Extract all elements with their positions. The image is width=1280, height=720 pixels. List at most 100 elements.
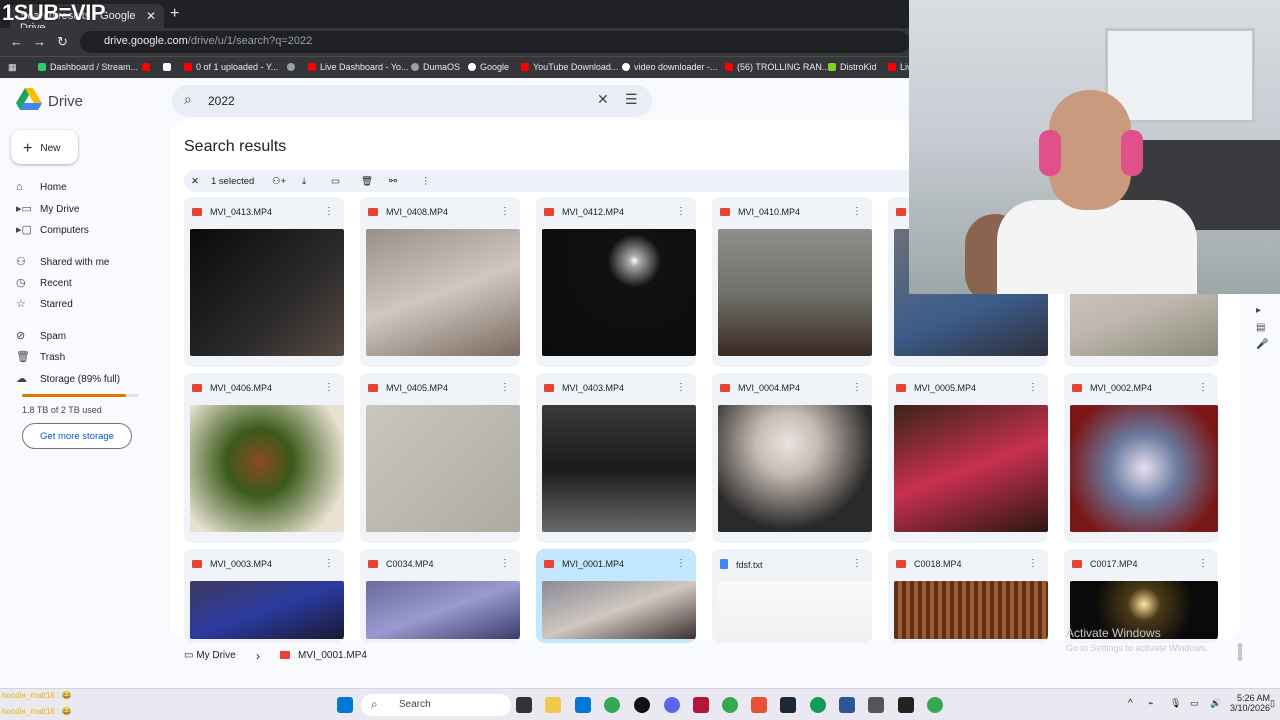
more-actions-icon[interactable]: ⋮ <box>1198 558 1208 569</box>
bookmark-trolling[interactable]: (56) TROLLING RAN... <box>725 62 829 72</box>
filter-options-icon[interactable]: ☰ <box>625 91 638 108</box>
more-actions-icon[interactable]: ⋮ <box>676 206 686 217</box>
search-icon[interactable]: ⌕ <box>184 91 192 108</box>
more-actions-icon[interactable]: ⋮ <box>676 558 686 569</box>
windows-start-icon[interactable] <box>337 697 353 713</box>
file-thumbnail[interactable] <box>718 581 872 639</box>
edge-icon[interactable] <box>810 697 826 713</box>
clear-icon[interactable]: ✕ <box>597 91 609 108</box>
scrollbar[interactable] <box>1238 643 1242 661</box>
address-bar[interactable]: drive.google.com/drive/u/1/search?q=2022 <box>80 31 910 53</box>
adobe-icon[interactable] <box>693 697 709 713</box>
display-icon[interactable]: ▭ <box>1190 698 1199 709</box>
get-more-storage-button[interactable]: Get more storage <box>22 423 132 449</box>
app-icon[interactable] <box>751 697 767 713</box>
file-thumbnail[interactable] <box>894 405 1048 532</box>
sidebar-item-my-drive[interactable]: ▸▭ My Drive <box>16 202 79 222</box>
bookmark-video-downloader[interactable]: video downloader -... <box>622 62 718 72</box>
more-actions-icon[interactable]: ⋮ <box>852 558 862 569</box>
clear-selection-icon[interactable]: ✕ <box>191 176 199 187</box>
forward-icon[interactable]: → <box>33 34 46 49</box>
more-actions-icon[interactable]: ⋮ <box>852 382 862 393</box>
file-card[interactable]: MVI_0001.MP4 ⋮ <box>536 549 696 643</box>
new-button[interactable]: + New <box>11 130 78 164</box>
file-thumbnail[interactable] <box>894 581 1048 639</box>
more-actions-icon[interactable]: ⋮ <box>324 558 334 569</box>
file-card[interactable]: MVI_0408.MP4 ⋮ <box>360 197 520 367</box>
breadcrumb-my-drive[interactable]: ▭ My Drive <box>184 650 236 661</box>
sidebar-item-spam[interactable]: ⊘ Spam <box>16 329 66 349</box>
more-actions-icon[interactable]: ⋮ <box>1198 382 1208 393</box>
more-actions-icon[interactable]: ⋮ <box>1028 382 1038 393</box>
bookmark-youtube-download[interactable]: YouTube Download... <box>521 62 618 72</box>
more-actions-icon[interactable]: ⋮ <box>676 382 686 393</box>
bookmark-dashboard[interactable]: Dashboard / Stream... <box>38 62 138 72</box>
chat-icon[interactable]: ▤ <box>1256 322 1270 333</box>
obs-icon[interactable] <box>634 697 650 713</box>
clock[interactable]: 5:26 AM 3/10/2026 <box>1230 693 1270 713</box>
taskbar-search[interactable]: ⌕ Search <box>361 694 511 716</box>
file-card[interactable]: MVI_0005.MP4 ⋮ <box>888 373 1048 543</box>
file-card[interactable]: MVI_0410.MP4 ⋮ <box>712 197 872 367</box>
chevron-up-icon[interactable]: ^ <box>1128 698 1133 709</box>
sidebar-item-shared[interactable]: ⚇ Shared with me <box>16 255 109 275</box>
drive-logo-icon[interactable] <box>16 88 42 110</box>
more-actions-icon[interactable]: ⋮ <box>1028 558 1038 569</box>
sidebar-item-recent[interactable]: ◷ Recent <box>16 276 72 296</box>
file-card[interactable]: MVI_0004.MP4 ⋮ <box>712 373 872 543</box>
file-thumbnail[interactable] <box>718 405 872 532</box>
bookmark-google[interactable]: Google <box>468 62 509 72</box>
more-actions-icon[interactable]: ⋮ <box>500 382 510 393</box>
file-thumbnail[interactable] <box>190 405 344 532</box>
share-icon[interactable]: ⚇+ <box>272 176 286 187</box>
file-thumbnail[interactable] <box>190 229 344 356</box>
file-thumbnail[interactable] <box>542 581 696 639</box>
chrome-profile-icon[interactable] <box>722 697 738 713</box>
file-card[interactable]: MVI_0403.MP4 ⋮ <box>536 373 696 543</box>
sidebar-item-trash[interactable]: 🗑 Trash <box>16 350 65 370</box>
sidebar-item-starred[interactable]: ☆ Starred <box>16 297 73 317</box>
sidebar-item-computers[interactable]: ▸▢ Computers <box>16 223 89 243</box>
file-thumbnail[interactable] <box>190 581 344 639</box>
notification-icon[interactable]: ▯ <box>1270 698 1275 709</box>
bookmark-live[interactable]: Liv <box>888 62 912 72</box>
file-card[interactable]: fdsf.txt ⋮ <box>712 549 872 643</box>
more-actions-icon[interactable]: ⋮ <box>500 558 510 569</box>
bookmark-distrokid[interactable]: DistroKid <box>828 62 877 72</box>
file-card[interactable]: MVI_0406.MP4 ⋮ <box>184 373 344 543</box>
more-actions-icon[interactable]: ⋮ <box>852 206 862 217</box>
steam-icon[interactable] <box>780 697 796 713</box>
expand-icon[interactable]: ▸ <box>1256 305 1270 316</box>
bookmark-dumaos[interactable]: DumaOS <box>411 62 460 72</box>
more-actions-icon[interactable]: ⋮ <box>324 382 334 393</box>
link-icon[interactable]: ⚯ <box>389 176 397 187</box>
back-icon[interactable]: ← <box>10 34 23 49</box>
sidebar-item-home[interactable]: ⌂ Home <box>16 181 67 201</box>
file-card[interactable]: C0018.MP4 ⋮ <box>888 549 1048 643</box>
new-tab-icon[interactable]: + <box>170 5 179 23</box>
file-card[interactable]: MVI_0412.MP4 ⋮ <box>536 197 696 367</box>
file-thumbnail[interactable] <box>366 229 520 356</box>
chrome-active-icon[interactable] <box>927 697 943 713</box>
bookmark-youtube-icon[interactable] <box>142 62 154 72</box>
app-icon[interactable] <box>868 697 884 713</box>
task-view-icon[interactable] <box>516 697 532 713</box>
file-card[interactable]: MVI_0405.MP4 ⋮ <box>360 373 520 543</box>
file-explorer-icon[interactable] <box>545 697 561 713</box>
terminal-icon[interactable] <box>898 697 914 713</box>
file-card[interactable]: MVI_0413.MP4 ⋮ <box>184 197 344 367</box>
breadcrumb-file[interactable]: MVI_0001.MP4 <box>280 650 367 661</box>
bookmark-uploaded[interactable]: 0 of 1 uploaded - Y... <box>184 62 278 72</box>
bookmark-globe[interactable] <box>287 62 299 72</box>
more-actions-icon[interactable]: ⋮ <box>324 206 334 217</box>
file-card[interactable]: MVI_0002.MP4 ⋮ <box>1064 373 1218 543</box>
network-icon[interactable]: ⌁ <box>1148 698 1153 709</box>
volume-icon[interactable]: 🔊 <box>1210 698 1221 709</box>
photos-icon[interactable] <box>839 697 855 713</box>
search-input[interactable]: ⌕ 2022 ✕ ☰ <box>172 85 652 117</box>
file-card[interactable]: MVI_0003.MP4 ⋮ <box>184 549 344 643</box>
more-actions-icon[interactable]: ⋮ <box>500 206 510 217</box>
file-thumbnail[interactable] <box>542 229 696 356</box>
delete-icon[interactable]: 🗑 <box>361 176 373 187</box>
close-icon[interactable]: ✕ <box>146 9 156 23</box>
